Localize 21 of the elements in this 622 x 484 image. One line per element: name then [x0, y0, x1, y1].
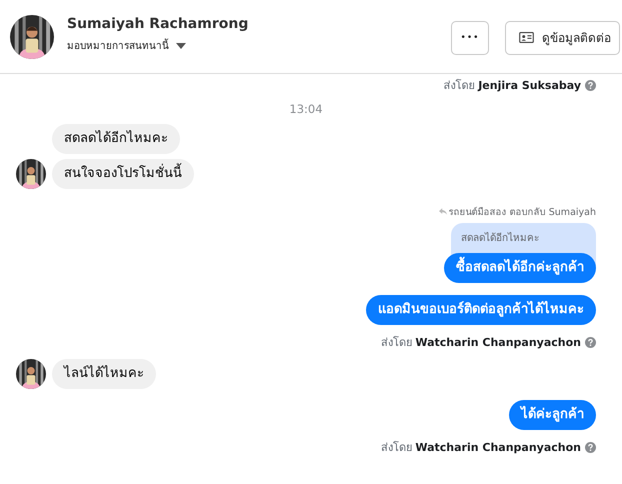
incoming-message: สดลดได้อีกไหมคะ	[52, 124, 180, 154]
reply-icon	[438, 208, 447, 215]
help-icon[interactable]	[585, 442, 596, 452]
view-contact-button[interactable]: ดูข้อมูลติดต่อ	[505, 20, 620, 54]
help-icon[interactable]	[585, 336, 596, 348]
outgoing-message: ซื้อสดลดได้อีกค่ะลูกค้า	[444, 253, 596, 283]
sent-by-label: ส่งโดย Jenjira Suksabay	[444, 78, 581, 94]
incoming-message: สนใจจองโปรโมชั่นนี้	[52, 159, 194, 189]
reply-label: รถยนต์มือสอง ตอบกลับ Sumaiyah	[448, 206, 596, 219]
help-icon[interactable]	[585, 80, 596, 90]
more-button[interactable]: •••	[451, 20, 489, 54]
outgoing-message: ได้ค่ะลูกค้า	[509, 400, 596, 430]
caret-icon	[176, 42, 186, 48]
contact-name: Sumaiyah Rachamrong	[67, 16, 248, 32]
outgoing-message: แอดมินขอเบอร์ติดต่อลูกค้าได้ไหมคะ	[366, 295, 596, 325]
contact-card-icon	[519, 32, 534, 43]
assign-dropdown[interactable]: มอบหมายการสนทนานี้	[67, 38, 248, 53]
incoming-message: ไลน์ได้ไหมคะ	[52, 359, 156, 389]
sent-by-label: ส่งโดย Watcharin Chanpanyachon	[380, 335, 581, 351]
timestamp: 13:04	[288, 102, 324, 116]
sent-by-label: ส่งโดย Watcharin Chanpanyachon	[380, 440, 581, 456]
